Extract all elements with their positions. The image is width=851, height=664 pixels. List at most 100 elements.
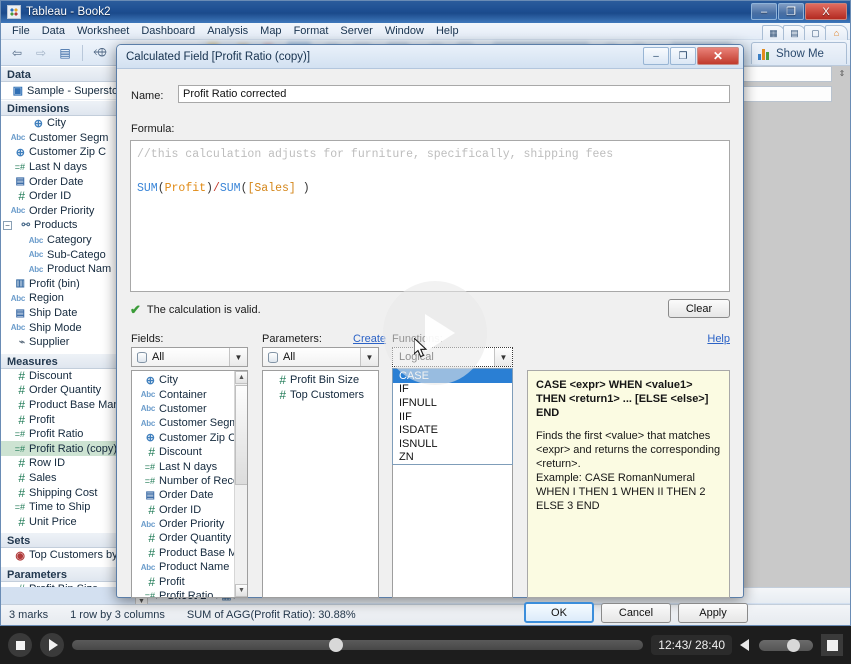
parameters-listbox[interactable]: #Profit Bin Size #Top Customers xyxy=(262,370,379,598)
number-icon: # xyxy=(270,373,286,387)
filters-shelf[interactable] xyxy=(742,86,832,102)
calc-number-icon: =# xyxy=(9,162,25,172)
dlg-field-profit[interactable]: #Profit xyxy=(132,574,247,588)
function-option-isdate[interactable]: ISDATE xyxy=(393,423,512,437)
field-label: Product Base Margi xyxy=(29,399,126,411)
maximize-icon[interactable]: ❐ xyxy=(778,3,804,20)
dlg-field-order-id[interactable]: # Order ID xyxy=(132,503,247,517)
dialog-close-icon[interactable]: ✕ xyxy=(697,47,739,65)
speaker-icon[interactable] xyxy=(740,639,749,651)
dlg-field-last-n-days[interactable]: =#Last N days xyxy=(132,459,247,473)
name-input[interactable]: Profit Ratio corrected xyxy=(178,85,730,103)
volume-knob[interactable] xyxy=(787,639,800,652)
window-tab-strip[interactable]: ▦ ▤ ▢ ⌂ xyxy=(764,23,848,40)
dlg-field-order-date[interactable]: ▤Order Date xyxy=(132,488,247,502)
stop-icon[interactable] xyxy=(8,633,32,657)
menu-item-dashboard[interactable]: Dashboard xyxy=(135,24,201,38)
show-me-button[interactable]: Show Me xyxy=(751,42,847,64)
menubar[interactable]: File Data Worksheet Dashboard Analysis M… xyxy=(1,23,850,40)
dialog-window-controls[interactable]: – ❐ ✕ xyxy=(643,47,739,65)
dlg-field-profit-ratio[interactable]: =#Profit Ratio xyxy=(132,589,247,598)
dlg-field-customer-segment[interactable]: AbcCustomer Segment xyxy=(132,416,247,430)
video-progress-knob[interactable] xyxy=(329,638,343,652)
minimize-icon[interactable]: – xyxy=(751,3,777,20)
dlg-field-product-base-margin[interactable]: #Product Base Margin xyxy=(132,546,247,560)
apply-button[interactable]: Apply xyxy=(678,603,748,623)
chevron-down-icon[interactable]: ▼ xyxy=(360,348,378,366)
fields-filter-combo[interactable]: All ▼ xyxy=(131,347,248,367)
formula-token: SUM xyxy=(220,182,241,195)
dlg-parameter-top-customers[interactable]: #Top Customers xyxy=(263,387,378,401)
volume-slider[interactable] xyxy=(759,640,813,651)
number-icon: # xyxy=(9,471,25,485)
parameters-filter-combo[interactable]: All ▼ xyxy=(262,347,379,367)
formula-token: SUM xyxy=(137,182,158,195)
field-label: Order ID xyxy=(159,504,201,516)
menu-item-analysis[interactable]: Analysis xyxy=(201,24,254,38)
menu-item-format[interactable]: Format xyxy=(288,24,335,38)
datasource-label: Sample - Superstore xyxy=(27,85,128,97)
dlg-field-order-quantity[interactable]: #Order Quantity xyxy=(132,531,247,545)
menu-item-data[interactable]: Data xyxy=(36,24,71,38)
fullscreen-icon[interactable] xyxy=(821,634,843,656)
cancel-button[interactable]: Cancel xyxy=(601,603,671,623)
forward-arrow-icon[interactable]: ⇨ xyxy=(31,43,51,63)
scroll-down-icon[interactable]: ▼ xyxy=(235,584,248,597)
dlg-parameter-profit-bin-size[interactable]: #Profit Bin Size xyxy=(263,373,378,387)
dlg-field-customer[interactable]: AbcCustomer xyxy=(132,402,247,416)
functions-category-value: Logical xyxy=(398,351,434,363)
functions-help-link[interactable]: Help xyxy=(707,333,730,345)
video-progress-slider[interactable] xyxy=(72,640,643,650)
data-source-tab-icon[interactable]: ▦ xyxy=(762,25,785,40)
scroll-up-icon[interactable]: ▲ xyxy=(235,371,248,384)
dialog-maximize-icon[interactable]: ❐ xyxy=(670,47,696,65)
dlg-field-order-priority[interactable]: AbcOrder Priority xyxy=(132,517,247,531)
chevron-down-icon[interactable]: ▼ xyxy=(494,348,512,366)
create-parameter-link[interactable]: Create xyxy=(353,333,386,345)
grid-tab-icon[interactable]: ▤ xyxy=(783,25,806,40)
story-tab-icon[interactable]: ▢ xyxy=(804,25,827,40)
functions-dropdown-list[interactable]: CASE IF IFNULL IIF ISDATE ISNULL ZN xyxy=(392,368,513,465)
collapse-icon[interactable]: − xyxy=(3,221,12,230)
video-player-bar[interactable]: 12:43/ 28:40 xyxy=(0,626,851,664)
function-option-case[interactable]: CASE xyxy=(393,369,512,383)
dlg-field-product-name[interactable]: AbcProduct Name xyxy=(132,560,247,574)
dlg-field-discount[interactable]: #Discount xyxy=(132,445,247,459)
ok-button[interactable]: OK xyxy=(524,602,594,623)
function-option-ifnull[interactable]: IFNULL xyxy=(393,396,512,410)
fields-scrollbar[interactable]: ▲ ▼ xyxy=(234,371,247,597)
pages-shelf[interactable] xyxy=(742,66,832,82)
dlg-field-number-of-records[interactable]: =#Number of Records xyxy=(132,474,247,488)
functions-category-combo[interactable]: Logical ▼ xyxy=(392,347,513,367)
dialog-minimize-icon[interactable]: – xyxy=(643,47,669,65)
menu-item-window[interactable]: Window xyxy=(379,24,430,38)
fields-scroll-thumb[interactable] xyxy=(235,385,248,485)
window-controls[interactable]: – ❐ X xyxy=(751,3,847,20)
menu-item-map[interactable]: Map xyxy=(254,24,287,38)
menu-item-worksheet[interactable]: Worksheet xyxy=(71,24,135,38)
function-option-if[interactable]: IF xyxy=(393,383,512,397)
fields-listbox[interactable]: ⊕City AbcContainer AbcCustomer AbcCustom… xyxy=(131,370,248,598)
menu-item-server[interactable]: Server xyxy=(334,24,378,38)
calculated-field-dialog[interactable]: Calculated Field [Profit Ratio (copy)] –… xyxy=(116,44,744,598)
formula-editor[interactable]: //this calculation adjusts for furniture… xyxy=(130,140,730,292)
close-icon[interactable]: X xyxy=(805,3,847,20)
dlg-field-container[interactable]: AbcContainer xyxy=(132,387,247,401)
menu-item-help[interactable]: Help xyxy=(430,24,465,38)
view-vertical-scroll-icon[interactable]: ⇕ xyxy=(836,67,848,79)
function-option-iif[interactable]: IIF xyxy=(393,410,512,424)
clear-button[interactable]: Clear xyxy=(668,299,730,318)
chevron-down-icon[interactable]: ▼ xyxy=(229,348,247,366)
play-icon[interactable] xyxy=(40,633,64,657)
menu-item-file[interactable]: File xyxy=(6,24,36,38)
save-icon[interactable]: ▤ xyxy=(55,43,75,63)
back-arrow-icon[interactable]: ⇦ xyxy=(7,43,27,63)
dlg-field-customer-zip-code[interactable]: ⊕Customer Zip Code xyxy=(132,431,247,445)
function-option-zn[interactable]: ZN xyxy=(393,451,512,465)
dlg-field-city[interactable]: ⊕City xyxy=(132,373,247,387)
field-label: Discount xyxy=(159,446,202,458)
home-tab-icon[interactable]: ⌂ xyxy=(825,25,848,40)
function-option-isnull[interactable]: ISNULL xyxy=(393,437,512,451)
number-icon: # xyxy=(139,503,155,517)
new-data-source-icon[interactable]: ⬲ xyxy=(90,43,110,63)
